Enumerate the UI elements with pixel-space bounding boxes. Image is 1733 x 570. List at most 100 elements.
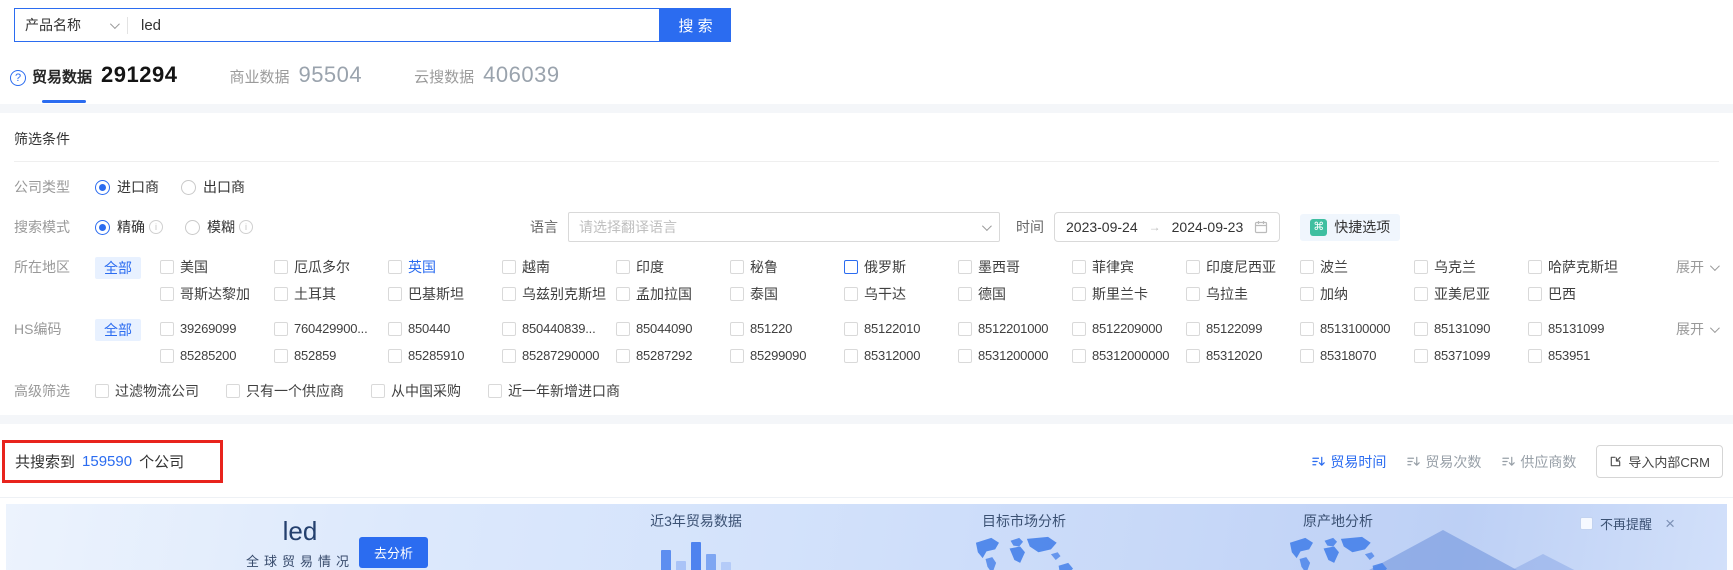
- hs-code-checkbox-item[interactable]: 85287292: [616, 346, 730, 366]
- checkbox-icon[interactable]: [616, 322, 630, 336]
- region-checkbox-item[interactable]: 菲律宾: [1072, 257, 1186, 277]
- region-checkbox-item[interactable]: 哥斯达黎加: [160, 284, 274, 304]
- region-checkbox-item[interactable]: 巴西: [1528, 284, 1642, 304]
- close-icon[interactable]: ×: [1665, 515, 1675, 532]
- advanced-checkbox-item[interactable]: 只有一个供应商: [226, 381, 344, 401]
- radio-icon[interactable]: [95, 179, 110, 195]
- hs-code-checkbox-item[interactable]: 850440839...: [502, 319, 616, 339]
- hs-code-checkbox-item[interactable]: 760429900...: [274, 319, 388, 339]
- import-crm-button[interactable]: 导入内部CRM: [1596, 445, 1723, 478]
- checkbox-icon[interactable]: [1186, 260, 1200, 274]
- hs-code-checkbox-item[interactable]: 85131099: [1528, 319, 1642, 339]
- hs-code-checkbox-item[interactable]: 85287290000: [502, 346, 616, 366]
- hs-code-checkbox-item[interactable]: 852859: [274, 346, 388, 366]
- checkbox-icon[interactable]: [730, 322, 744, 336]
- checkbox-icon[interactable]: [274, 322, 288, 336]
- checkbox-icon[interactable]: [274, 260, 288, 274]
- advanced-checkbox-item[interactable]: 近一年新增进口商: [488, 381, 620, 401]
- checkbox-icon[interactable]: [1528, 349, 1542, 363]
- checkbox-icon[interactable]: [1300, 260, 1314, 274]
- checkbox-icon[interactable]: [1186, 322, 1200, 336]
- checkbox-icon[interactable]: [160, 349, 174, 363]
- hs-code-checkbox-item[interactable]: 85312000: [844, 346, 958, 366]
- region-checkbox-item[interactable]: 越南: [502, 257, 616, 277]
- region-checkbox-item[interactable]: 乌兹别克斯坦: [502, 284, 616, 304]
- hs-code-expand-link[interactable]: 展开: [1676, 319, 1720, 339]
- hs-code-checkbox-item[interactable]: 85371099: [1414, 346, 1528, 366]
- language-select[interactable]: 请选择翻译语言: [568, 212, 1000, 242]
- checkbox-icon[interactable]: [388, 349, 402, 363]
- region-checkbox-item[interactable]: 亚美尼亚: [1414, 284, 1528, 304]
- question-icon[interactable]: ?: [10, 70, 26, 86]
- date-start[interactable]: 2023-09-24: [1066, 217, 1138, 237]
- search-button[interactable]: 搜 索: [660, 8, 731, 42]
- checkbox-icon[interactable]: [1414, 322, 1428, 336]
- region-checkbox-item[interactable]: 墨西哥: [958, 257, 1072, 277]
- checkbox-icon[interactable]: [1072, 287, 1086, 301]
- sort-option[interactable]: 贸易时间: [1312, 452, 1386, 472]
- checkbox-icon[interactable]: [388, 260, 402, 274]
- checkbox-icon[interactable]: [388, 322, 402, 336]
- sort-option[interactable]: 贸易次数: [1407, 452, 1481, 472]
- checkbox-icon[interactable]: [226, 384, 240, 398]
- region-checkbox-item[interactable]: 巴基斯坦: [388, 284, 502, 304]
- checkbox-icon[interactable]: [1300, 322, 1314, 336]
- hs-code-checkbox-item[interactable]: 85299090: [730, 346, 844, 366]
- sort-option[interactable]: 供应商数: [1502, 452, 1576, 472]
- hs-code-checkbox-item[interactable]: 8512209000: [1072, 319, 1186, 339]
- checkbox-icon[interactable]: [730, 349, 744, 363]
- checkbox-icon[interactable]: [844, 322, 858, 336]
- company-type-radio[interactable]: 出口商: [181, 177, 245, 197]
- region-checkbox-item[interactable]: 俄罗斯: [844, 257, 958, 277]
- date-range-picker[interactable]: 2023-09-24 → 2024-09-23: [1054, 212, 1281, 242]
- checkbox-icon[interactable]: [1414, 287, 1428, 301]
- hs-code-checkbox-item[interactable]: 85318070: [1300, 346, 1414, 366]
- region-checkbox-item[interactable]: 泰国: [730, 284, 844, 304]
- checkbox-icon[interactable]: [1300, 349, 1314, 363]
- region-checkbox-item[interactable]: 土耳其: [274, 284, 388, 304]
- hs-code-checkbox-item[interactable]: 8531200000: [958, 346, 1072, 366]
- checkbox-icon[interactable]: [1072, 322, 1086, 336]
- checkbox-icon[interactable]: [616, 260, 630, 274]
- region-checkbox-item[interactable]: 孟加拉国: [616, 284, 730, 304]
- checkbox-icon[interactable]: [502, 322, 516, 336]
- checkbox-icon[interactable]: [1300, 287, 1314, 301]
- checkbox-icon[interactable]: [958, 287, 972, 301]
- tab-trade-data[interactable]: 贸易数据 291294: [32, 62, 177, 103]
- checkbox-icon[interactable]: [95, 384, 109, 398]
- region-checkbox-item[interactable]: 秘鲁: [730, 257, 844, 277]
- tab-cloud-search-data[interactable]: 云搜数据 406039: [414, 62, 559, 90]
- checkbox-icon[interactable]: [160, 287, 174, 301]
- hs-code-checkbox-item[interactable]: 850440: [388, 319, 502, 339]
- checkbox-icon[interactable]: [1072, 260, 1086, 274]
- hs-code-checkbox-item[interactable]: 851220: [730, 319, 844, 339]
- hs-code-checkbox-item[interactable]: 8512201000: [958, 319, 1072, 339]
- search-mode-radio[interactable]: 模糊 i: [185, 217, 253, 237]
- hs-code-checkbox-item[interactable]: 85312000000: [1072, 346, 1186, 366]
- advanced-checkbox-item[interactable]: 过滤物流公司: [95, 381, 199, 401]
- checkbox-icon[interactable]: [844, 260, 858, 274]
- hs-code-checkbox-item[interactable]: 85122099: [1186, 319, 1300, 339]
- checkbox-icon[interactable]: [1414, 349, 1428, 363]
- dismiss-checkbox[interactable]: [1580, 517, 1594, 530]
- checkbox-icon[interactable]: [1528, 322, 1542, 336]
- hs-code-checkbox-item[interactable]: 39269099: [160, 319, 274, 339]
- checkbox-icon[interactable]: [388, 287, 402, 301]
- checkbox-icon[interactable]: [274, 287, 288, 301]
- region-checkbox-item[interactable]: 厄瓜多尔: [274, 257, 388, 277]
- checkbox-icon[interactable]: [160, 322, 174, 336]
- hs-code-checkbox-item[interactable]: 85312020: [1186, 346, 1300, 366]
- checkbox-icon[interactable]: [1528, 260, 1542, 274]
- region-checkbox-item[interactable]: 乌克兰: [1414, 257, 1528, 277]
- search-field-selector[interactable]: 产品名称: [15, 9, 127, 41]
- hs-code-checkbox-item[interactable]: 8513100000: [1300, 319, 1414, 339]
- checkbox-icon[interactable]: [1186, 287, 1200, 301]
- info-icon[interactable]: i: [239, 220, 253, 234]
- checkbox-icon[interactable]: [1414, 260, 1428, 274]
- region-checkbox-item[interactable]: 印度: [616, 257, 730, 277]
- hs-code-checkbox-item[interactable]: 853951: [1528, 346, 1642, 366]
- hs-code-all-chip[interactable]: 全部: [95, 319, 141, 341]
- checkbox-icon[interactable]: [730, 287, 744, 301]
- radio-icon[interactable]: [185, 219, 200, 235]
- region-checkbox-item[interactable]: 印度尼西亚: [1186, 257, 1300, 277]
